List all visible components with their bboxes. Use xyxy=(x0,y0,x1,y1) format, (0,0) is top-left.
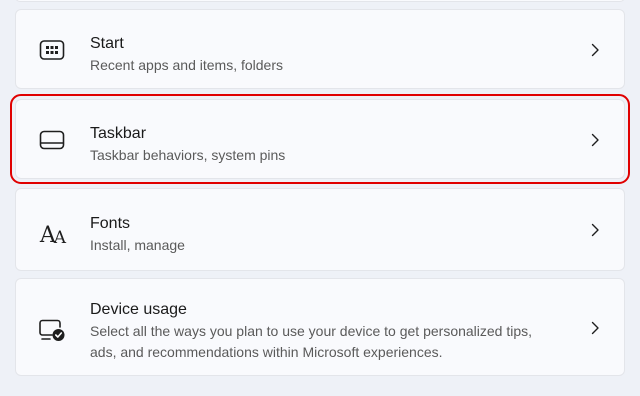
chevron-right-icon xyxy=(588,223,602,237)
settings-item-fonts[interactable]: AA Fonts Install, manage xyxy=(15,188,625,271)
chevron-right-icon xyxy=(588,321,602,335)
previous-card-edge xyxy=(15,0,625,2)
settings-item-subtitle: Taskbar behaviors, system pins xyxy=(90,147,286,163)
settings-item-title: Device usage xyxy=(90,301,187,318)
fonts-icon: AA xyxy=(37,217,69,247)
settings-item-title: Taskbar xyxy=(90,125,147,142)
settings-item-title: Fonts xyxy=(90,215,131,232)
fonts-icon-small-glyph: A xyxy=(53,228,67,248)
start-menu-icon xyxy=(38,36,66,64)
device-usage-icon xyxy=(38,316,66,344)
chevron-right-icon xyxy=(588,43,602,57)
settings-item-title: Start xyxy=(90,35,124,52)
settings-item-subtitle: Recent apps and items, folders xyxy=(90,57,283,73)
settings-item-subtitle: Select all the ways you plan to use your… xyxy=(90,323,533,360)
settings-item-device-usage[interactable]: Device usage Select all the ways you pla… xyxy=(15,278,625,376)
settings-item-taskbar[interactable]: Taskbar Taskbar behaviors, system pins xyxy=(10,94,630,184)
settings-item-start[interactable]: Start Recent apps and items, folders xyxy=(15,9,625,89)
taskbar-icon xyxy=(38,126,66,154)
settings-item-subtitle: Install, manage xyxy=(90,237,185,253)
chevron-right-icon xyxy=(588,133,602,147)
